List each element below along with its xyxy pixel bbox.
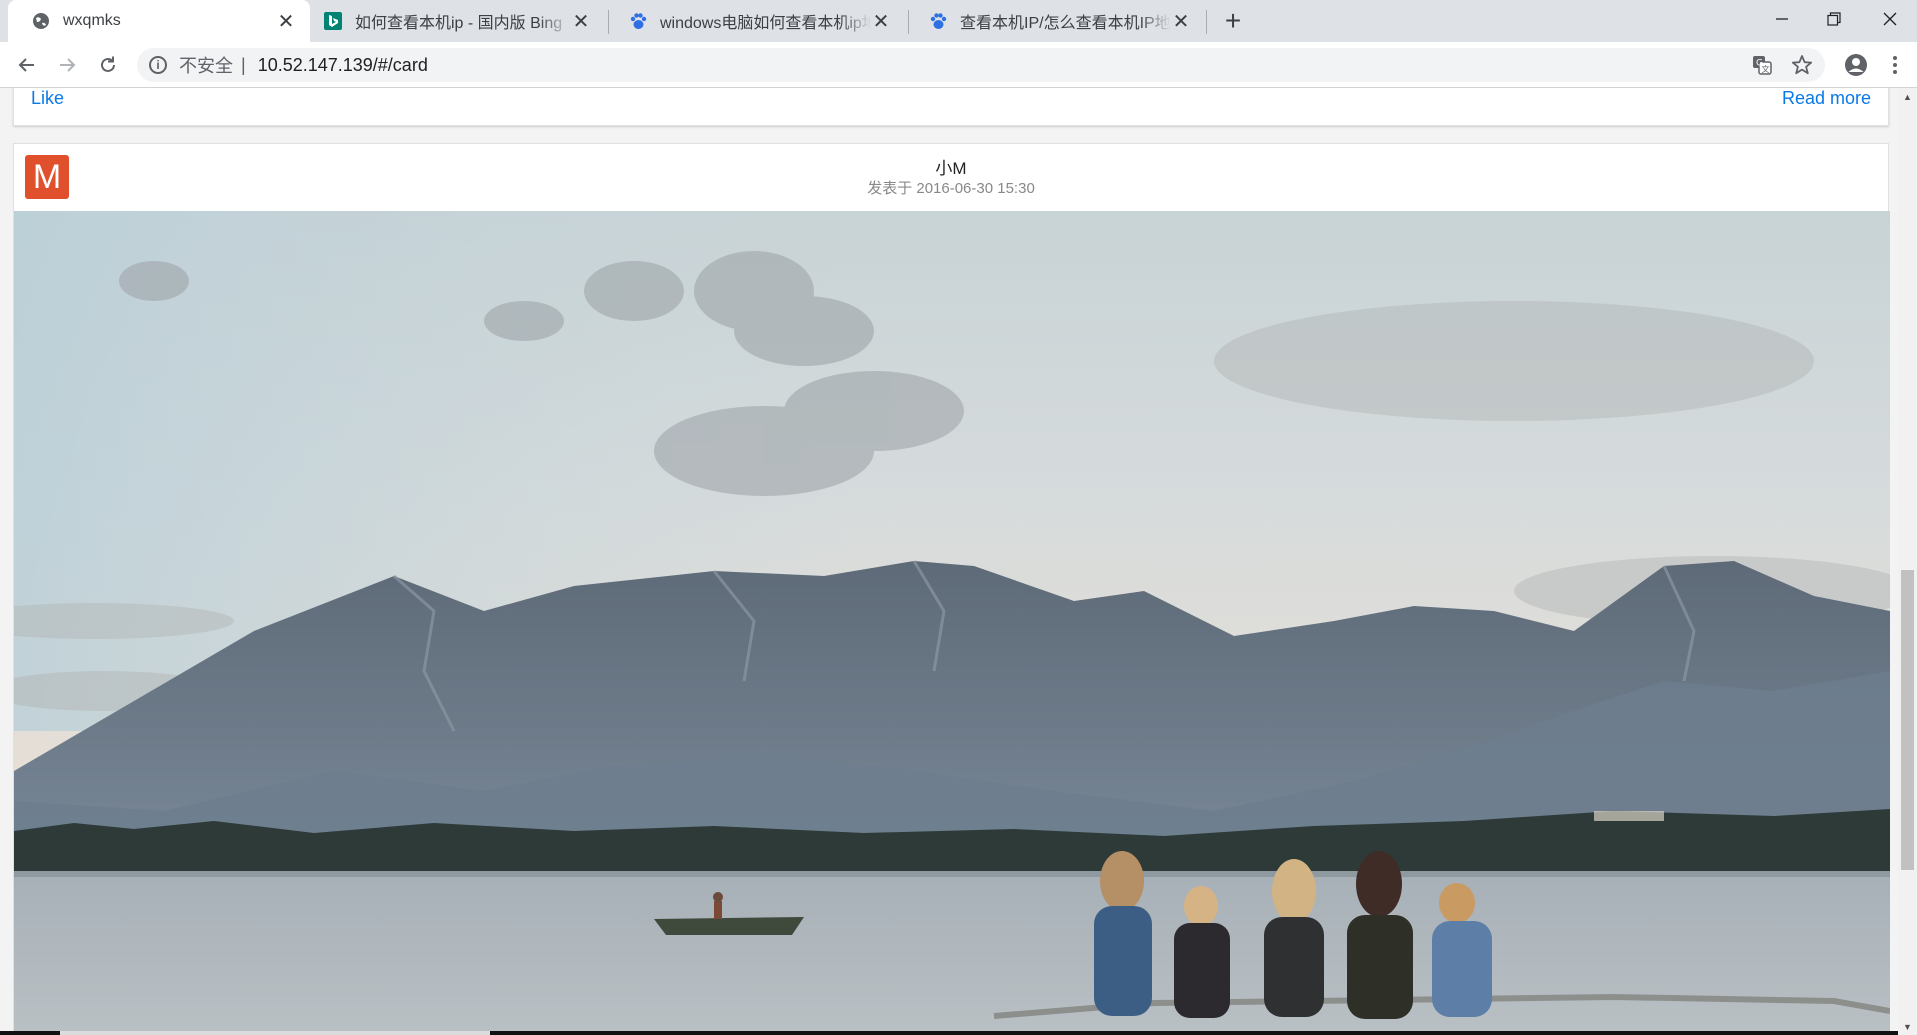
landscape-photo <box>14 211 1890 1031</box>
tab-baidu-windows[interactable]: windows电脑如何查看本机ip地址 ✕ <box>605 0 905 42</box>
tab-title: windows电脑如何查看本机ip地址 <box>660 15 871 32</box>
tab-close-icon[interactable]: ✕ <box>871 11 891 33</box>
back-arrow-icon[interactable] <box>11 49 43 81</box>
close-window-icon[interactable] <box>1860 0 1917 38</box>
taskbar-edge <box>0 1031 1898 1035</box>
tab-title: wxqmks <box>63 12 121 29</box>
url-text[interactable]: 10.52.147.139/#/card <box>258 55 428 76</box>
post-timestamp: 发表于 2016-06-30 15:30 <box>867 180 1035 197</box>
profile-avatar-icon[interactable] <box>1840 49 1872 81</box>
read-more-link[interactable]: Read more <box>1782 88 1871 109</box>
tab-close-icon[interactable]: ✕ <box>571 11 591 33</box>
taskbar-highlight <box>60 1031 490 1035</box>
browser-toolbar: i 不安全 | 10.52.147.139/#/card G文 <box>0 42 1917 88</box>
previous-card-footer: Like Read more <box>13 88 1889 126</box>
page-viewport: Like Read more M 小M 发表于 2016-06-30 15:30 <box>0 88 1898 1035</box>
like-link[interactable]: Like <box>31 88 64 109</box>
forward-arrow-icon[interactable] <box>51 49 83 81</box>
svg-text:文: 文 <box>1762 64 1770 74</box>
security-label[interactable]: 不安全 <box>179 52 233 78</box>
tab-wxqmks[interactable]: wxqmks ✕ <box>8 0 310 42</box>
tab-close-icon[interactable]: ✕ <box>1171 11 1191 33</box>
scroll-down-arrow-icon[interactable]: ▼ <box>1898 1018 1917 1035</box>
scrollbar-thumb[interactable] <box>1901 570 1914 870</box>
baidu-paw-icon <box>628 11 648 31</box>
globe-icon <box>31 11 51 31</box>
tab-strip: wxqmks ✕ 如何查看本机ip - 国内版 Bing ✕ windows电脑… <box>0 0 1917 42</box>
card-photo <box>14 211 1890 1031</box>
card-header: M 小M 发表于 2016-06-30 15:30 <box>14 144 1888 211</box>
tab-title: 如何查看本机ip - 国内版 Bing <box>355 15 563 32</box>
restore-icon[interactable] <box>1804 0 1864 38</box>
tab-close-icon[interactable]: ✕ <box>276 11 296 33</box>
info-icon[interactable]: i <box>149 56 167 74</box>
address-bar[interactable]: i 不安全 | 10.52.147.139/#/card <box>137 48 1825 82</box>
bing-icon <box>323 11 343 31</box>
new-tab-plus-icon[interactable]: + <box>1218 5 1248 36</box>
scroll-up-arrow-icon[interactable]: ▲ <box>1898 88 1917 105</box>
menu-kebab-icon[interactable] <box>1879 49 1911 81</box>
translate-icon[interactable]: G文 <box>1746 49 1778 81</box>
post-card: M 小M 发表于 2016-06-30 15:30 <box>13 143 1890 1035</box>
bookmark-star-icon[interactable] <box>1786 49 1818 81</box>
minimize-icon[interactable] <box>1752 0 1812 38</box>
baidu-paw-icon <box>928 11 948 31</box>
vertical-scrollbar[interactable]: ▲ ▼ <box>1898 88 1917 1035</box>
tab-separator <box>1206 10 1207 34</box>
tab-bing[interactable]: 如何查看本机ip - 国内版 Bing ✕ <box>300 0 605 42</box>
author-name: 小M <box>935 159 967 178</box>
tab-title: 查看本机IP/怎么查看本机IP地址 <box>960 15 1171 32</box>
address-separator: | <box>241 54 246 75</box>
reload-icon[interactable] <box>92 49 124 81</box>
tab-baidu-ip[interactable]: 查看本机IP/怎么查看本机IP地址 ✕ <box>905 0 1205 42</box>
